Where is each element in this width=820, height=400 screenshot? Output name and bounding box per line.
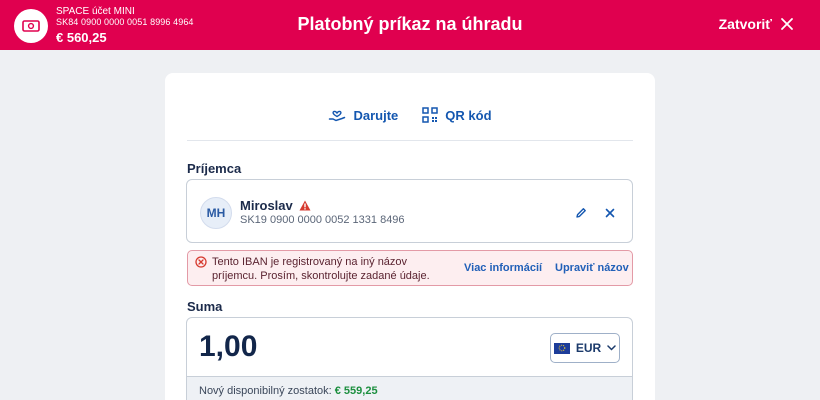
- available-balance-bar: Nový disponibilný zostatok: € 559,25: [186, 377, 633, 400]
- edit-recipient-button[interactable]: [572, 204, 590, 222]
- edit-name-link[interactable]: Upraviť názov: [555, 262, 629, 274]
- amount-value: 1,00: [199, 330, 258, 363]
- available-balance-label: Nový disponibilný zostatok:: [199, 385, 332, 397]
- qr-code-icon: [422, 107, 439, 123]
- amount-section-label: Suma: [187, 299, 223, 314]
- close-icon: [605, 208, 615, 218]
- warning-icon: [299, 200, 311, 211]
- recipient-name-row: Miroslav: [240, 198, 311, 213]
- donate-link[interactable]: Darujte: [328, 107, 398, 123]
- qr-code-link[interactable]: QR kód: [422, 107, 492, 123]
- pencil-icon: [576, 208, 586, 218]
- avatar: MH: [200, 197, 232, 229]
- error-circle-icon: [195, 256, 207, 268]
- remove-recipient-button[interactable]: [601, 204, 619, 222]
- divider: [187, 140, 633, 141]
- close-label: Zatvoriť: [718, 16, 772, 32]
- chevron-down-icon: [607, 345, 616, 351]
- amount-input[interactable]: 1,00 EUR: [186, 317, 633, 377]
- recipient-card: MH Miroslav SK19 0900 0000 0052 1331 849…: [186, 179, 633, 243]
- donate-hand-icon: [329, 110, 346, 122]
- currency-select[interactable]: EUR: [550, 333, 620, 363]
- close-button[interactable]: Zatvoriť: [719, 16, 794, 32]
- recipient-section-label: Príjemca: [187, 161, 242, 176]
- close-icon: [781, 18, 793, 30]
- error-message: Tento IBAN je registrovaný na iný názov …: [212, 256, 430, 282]
- recipient-name: Miroslav: [240, 198, 293, 213]
- payment-form-card: Darujte QR kód Príjemca MH Miroslav SK19…: [165, 73, 655, 400]
- eu-flag-icon: [553, 342, 570, 354]
- page-title: Platobný príkaz na úhradu: [297, 14, 523, 34]
- more-info-link[interactable]: Viac informácií: [464, 262, 542, 274]
- top-bar: SPACE účet MINI SK84 0900 0000 0051 8996…: [0, 0, 820, 50]
- currency-label: EUR: [575, 341, 602, 355]
- quick-links: Darujte QR kód: [165, 107, 655, 123]
- donate-label: Darujte: [353, 107, 399, 123]
- recipient-iban: SK19 0900 0000 0052 1331 8496: [240, 214, 405, 226]
- qr-code-label: QR kód: [445, 107, 492, 123]
- available-balance-value: € 559,25: [334, 385, 378, 397]
- available-balance-row: Nový disponibilný zostatok: € 559,25: [199, 385, 378, 397]
- iban-error-alert: Tento IBAN je registrovaný na iný názov …: [187, 250, 633, 286]
